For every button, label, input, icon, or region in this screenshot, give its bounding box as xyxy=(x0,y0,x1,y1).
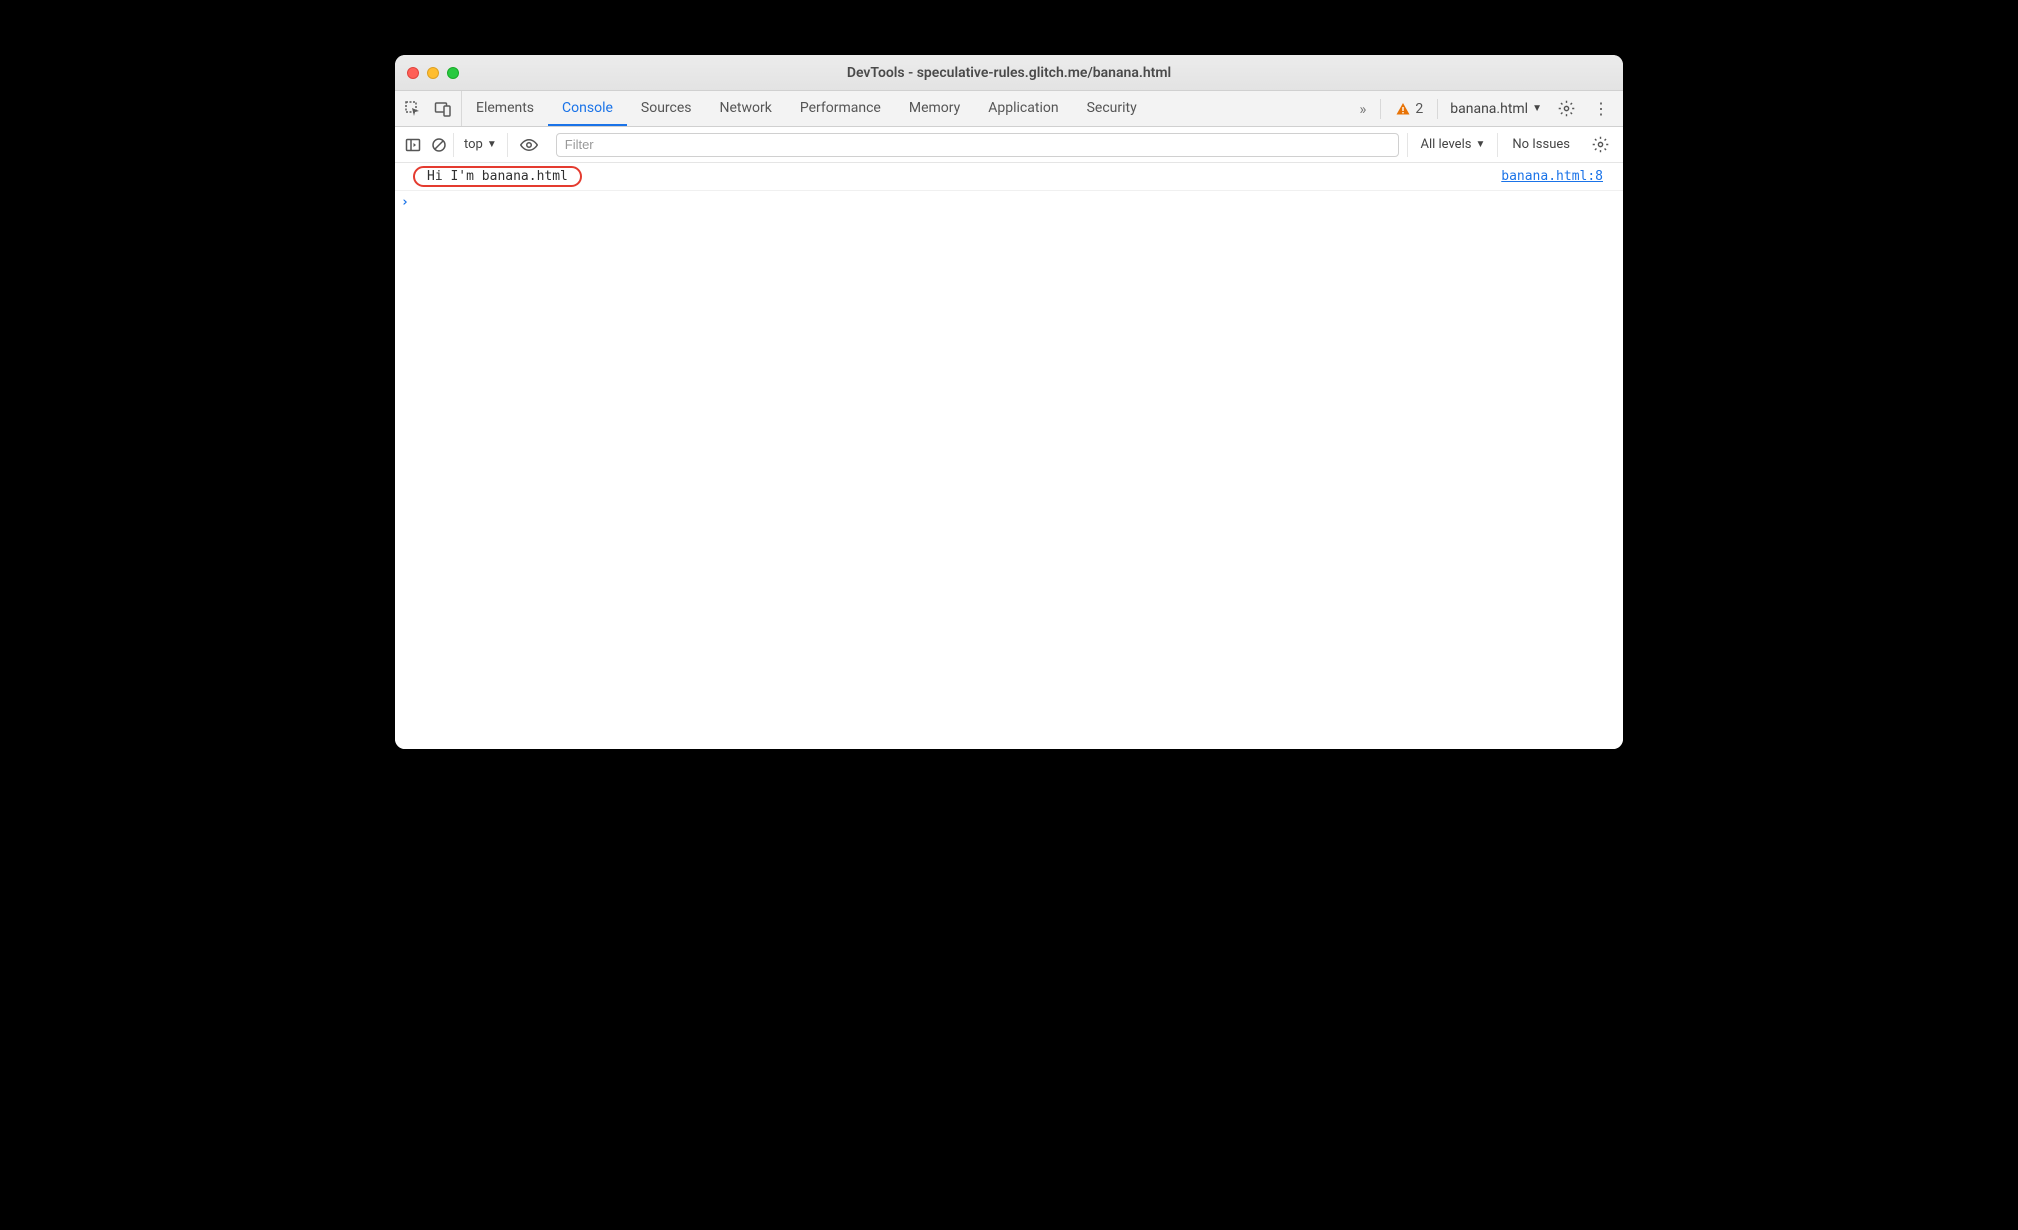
tab-sources[interactable]: Sources xyxy=(627,91,706,126)
levels-label: All levels xyxy=(1420,137,1471,152)
titlebar: DevTools - speculative-rules.glitch.me/b… xyxy=(395,55,1623,91)
issues-button[interactable]: No Issues xyxy=(1500,137,1582,152)
more-options-button[interactable]: ⋮ xyxy=(1585,99,1617,118)
tab-network[interactable]: Network xyxy=(706,91,786,126)
tab-label: Network xyxy=(720,100,772,116)
target-selector[interactable]: banana.html ▼ xyxy=(1444,101,1548,117)
console-output[interactable]: Hi I'm banana.html banana.html:8 › xyxy=(395,163,1623,749)
divider xyxy=(1437,99,1438,119)
tab-label: Application xyxy=(988,100,1058,116)
tab-label: Memory xyxy=(909,100,960,116)
context-selector[interactable]: top ▼ xyxy=(453,133,508,157)
tabs-left-tools xyxy=(395,91,462,126)
tab-performance[interactable]: Performance xyxy=(786,91,895,126)
context-label: top xyxy=(464,137,483,152)
console-log-row: Hi I'm banana.html banana.html:8 xyxy=(395,163,1623,191)
tab-console[interactable]: Console xyxy=(548,91,627,126)
tab-elements[interactable]: Elements xyxy=(462,91,548,126)
tabs-right: » 2 banana.html ▼ ⋮ xyxy=(1351,91,1623,126)
tab-application[interactable]: Application xyxy=(974,91,1072,126)
traffic-lights xyxy=(407,67,459,79)
console-settings-button[interactable] xyxy=(1584,136,1617,153)
chevron-down-icon: ▼ xyxy=(1532,103,1542,114)
window-title: DevTools - speculative-rules.glitch.me/b… xyxy=(395,65,1623,81)
close-window-button[interactable] xyxy=(407,67,419,79)
console-prompt-row[interactable]: › xyxy=(395,191,1623,213)
minimize-window-button[interactable] xyxy=(427,67,439,79)
warnings-button[interactable]: 2 xyxy=(1387,101,1431,117)
divider xyxy=(1380,99,1381,119)
tab-label: Elements xyxy=(476,100,534,116)
log-source-link[interactable]: banana.html:8 xyxy=(1501,169,1613,184)
inspect-element-icon[interactable] xyxy=(403,99,423,119)
tab-label: Security xyxy=(1087,100,1137,116)
prompt-chevron-icon: › xyxy=(401,195,415,210)
chevron-down-icon: ▼ xyxy=(487,139,497,150)
console-toolbar: top ▼ All levels ▼ No Issues xyxy=(395,127,1623,163)
live-expression-button[interactable] xyxy=(510,136,548,154)
filter-input[interactable] xyxy=(556,133,1400,157)
log-message: Hi I'm banana.html xyxy=(413,166,582,187)
tab-label: Console xyxy=(562,100,613,116)
warning-icon xyxy=(1395,101,1411,117)
clear-console-icon[interactable] xyxy=(427,133,451,157)
tab-label: Performance xyxy=(800,100,881,116)
toggle-sidebar-icon[interactable] xyxy=(401,133,425,157)
tab-memory[interactable]: Memory xyxy=(895,91,974,126)
tab-security[interactable]: Security xyxy=(1073,91,1151,126)
tab-label: Sources xyxy=(641,100,692,116)
chevron-down-icon: ▼ xyxy=(1475,139,1485,150)
log-levels-selector[interactable]: All levels ▼ xyxy=(1407,133,1498,157)
warnings-count: 2 xyxy=(1415,101,1423,117)
settings-button[interactable] xyxy=(1552,100,1581,117)
device-toolbar-icon[interactable] xyxy=(433,99,453,119)
more-tabs-button[interactable]: » xyxy=(1351,100,1374,118)
target-label: banana.html xyxy=(1450,101,1528,117)
devtools-window: DevTools - speculative-rules.glitch.me/b… xyxy=(395,55,1623,749)
maximize-window-button[interactable] xyxy=(447,67,459,79)
tabs-bar: Elements Console Sources Network Perform… xyxy=(395,91,1623,127)
